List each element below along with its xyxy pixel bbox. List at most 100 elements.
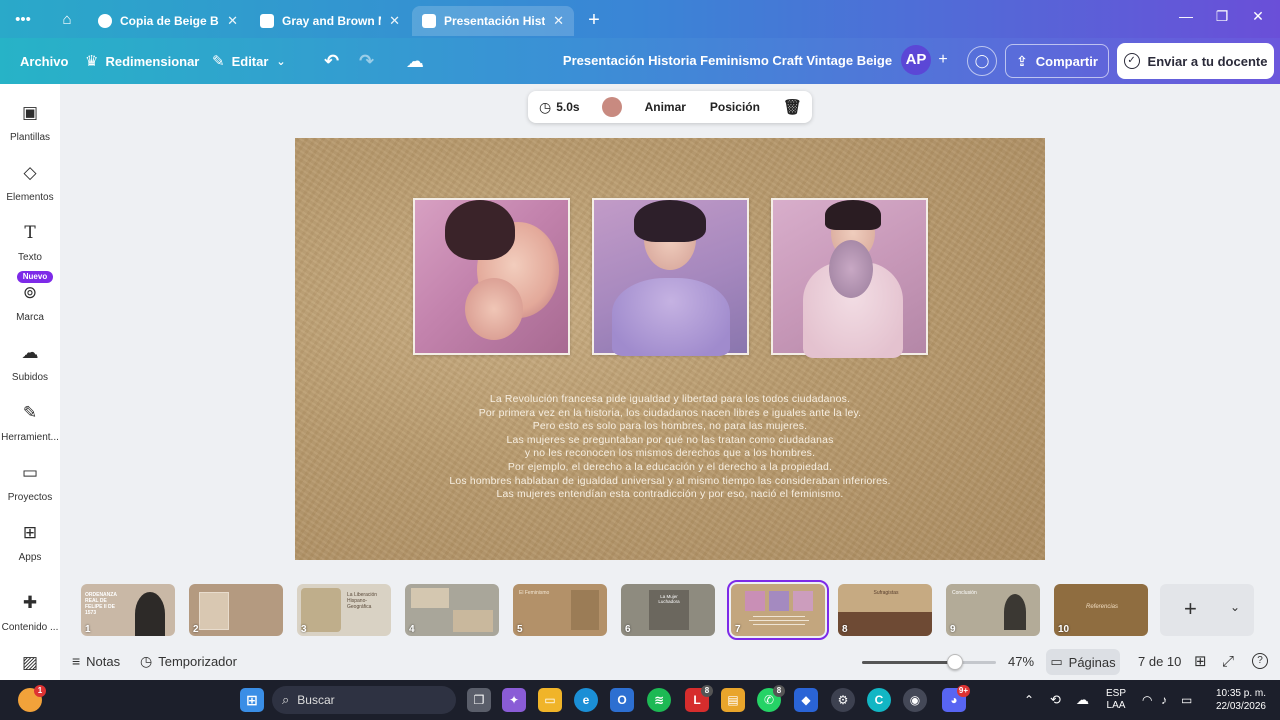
delete-button[interactable]: 🗑: [772, 91, 813, 123]
clock-icon: ◷: [539, 98, 552, 115]
archivo-menu[interactable]: Archivo: [20, 38, 68, 84]
onedrive-icon[interactable]: ☁: [1076, 680, 1089, 720]
photo-woman-2[interactable]: [592, 198, 749, 356]
wifi-icon[interactable]: ◠: [1142, 680, 1152, 720]
page-thumbnail-3[interactable]: La Liberación Hispano-Geográfica 3: [297, 584, 391, 636]
task-view-icon[interactable]: ❐: [467, 688, 491, 712]
close-window-icon[interactable]: ✕: [1246, 8, 1270, 25]
tab-title: Presentación Histo...: [444, 14, 546, 28]
sidebar-item-apps[interactable]: ⊞ Apps: [0, 522, 60, 576]
add-collaborator-button[interactable]: +: [928, 46, 958, 76]
tab-2[interactable]: Gray and Brown M... ✕: [250, 6, 410, 36]
copilot-icon[interactable]: ✦: [502, 688, 526, 712]
slide-body-text[interactable]: La Revolución francesa pide igualdad y l…: [335, 393, 1005, 502]
sidebar-item-image[interactable]: ▨: [0, 652, 60, 680]
add-page-button[interactable]: + ⌄: [1160, 584, 1254, 636]
clock[interactable]: 10:35 p. m. 22/03/2026: [1210, 680, 1266, 720]
battery-icon[interactable]: ▭: [1181, 680, 1192, 720]
tab-3-active[interactable]: Presentación Histo... ✕: [412, 6, 574, 36]
hair-shape: [445, 200, 515, 260]
file-explorer-icon[interactable]: ▭: [538, 688, 562, 712]
windows-start-icon[interactable]: ⊞: [240, 688, 264, 712]
help-button[interactable]: ?: [1252, 642, 1268, 680]
fullscreen-button[interactable]: ⤢: [1222, 642, 1234, 680]
maximize-icon[interactable]: ❐: [1210, 8, 1234, 25]
edge-browser-icon[interactable]: e: [574, 688, 598, 712]
grid-view-button[interactable]: ⊞: [1194, 642, 1207, 680]
close-icon[interactable]: ✕: [389, 13, 400, 29]
minimize-icon[interactable]: —: [1174, 8, 1198, 24]
spotify-icon[interactable]: ≋: [647, 688, 671, 712]
page-thumbnail-6[interactable]: La Mujer Luchadora 6: [621, 584, 715, 636]
whatsapp-icon[interactable]: ✆ 8: [757, 685, 785, 712]
tab-1[interactable]: Copia de Beige Bro... ✕: [88, 6, 248, 36]
sidebar-item-marca[interactable]: ⊚ Marca: [0, 282, 60, 336]
duration-button[interactable]: ◷ 5.0s: [528, 91, 591, 123]
settings-gear-icon[interactable]: ⚙: [831, 688, 855, 712]
zoom-value[interactable]: 47%: [1008, 642, 1034, 680]
duration-label: 5.0s: [556, 100, 580, 114]
chrome-icon[interactable]: ◉: [903, 688, 927, 712]
sidebar-item-subidos[interactable]: ☁ Subidos: [0, 342, 60, 396]
slide-canvas[interactable]: La Revolución francesa pide igualdad y l…: [295, 138, 1045, 560]
new-tab-icon[interactable]: +: [583, 9, 605, 31]
page-thumbnail-7-selected[interactable]: 7: [727, 580, 829, 640]
animate-button[interactable]: Animar: [633, 91, 698, 123]
page-thumbnail-9[interactable]: Conclusión 9: [946, 584, 1040, 636]
sidebar-item-herramientas[interactable]: ✎ Herramient...: [0, 402, 60, 456]
chevron-down-icon[interactable]: ⌄: [1230, 600, 1240, 614]
pages-button[interactable]: ▭ Páginas: [1046, 649, 1120, 675]
sidebar-item-texto[interactable]: T Texto: [0, 222, 60, 276]
tray-overflow-icon[interactable]: ⌃: [1024, 680, 1034, 720]
position-button[interactable]: Posición: [698, 91, 772, 123]
comments-button[interactable]: ◯: [967, 46, 997, 76]
zoom-slider[interactable]: [862, 654, 996, 670]
sidebar-item-contenido[interactable]: ✚ Contenido ...: [0, 592, 60, 646]
sync-icon[interactable]: ⟲: [1050, 680, 1061, 720]
volume-icon[interactable]: ♪: [1161, 680, 1167, 720]
color-button[interactable]: [591, 91, 633, 123]
canva-app-icon[interactable]: C: [867, 688, 891, 712]
language-indicator[interactable]: ESP LAA: [1106, 680, 1126, 720]
discord-icon[interactable]: ◕ 9+: [942, 685, 970, 712]
roblox-icon[interactable]: ◆: [794, 688, 818, 712]
text-icon: T: [24, 223, 36, 243]
photo-woman-1[interactable]: [413, 198, 570, 355]
zoom-knob[interactable]: [947, 654, 963, 670]
taskbar-search[interactable]: ⌕ Buscar: [272, 686, 456, 714]
sidebar-item-proyectos[interactable]: ▭ Proyectos: [0, 462, 60, 516]
store-icon[interactable]: ▤: [721, 688, 745, 712]
sidebar-item-elementos[interactable]: ◇ Elementos: [0, 162, 60, 216]
page-thumbnail-8[interactable]: Sufragistas 8: [838, 584, 932, 636]
page-thumbnail-4[interactable]: 4: [405, 584, 499, 636]
timer-button[interactable]: ◷ Temporizador: [140, 642, 237, 680]
sidebar-item-plantillas[interactable]: ▣ Plantillas: [0, 102, 60, 156]
user-avatar[interactable]: AP: [901, 45, 931, 75]
slides-favicon-icon: [260, 14, 274, 28]
redimensionar-button[interactable]: ♛ Redimensionar: [85, 38, 199, 84]
send-to-teacher-button[interactable]: ✓ Enviar a tu docente: [1117, 43, 1274, 79]
outlook-icon[interactable]: O: [610, 688, 634, 712]
photo-woman-3[interactable]: [771, 198, 928, 358]
sidebar-item-label: Apps: [18, 552, 42, 563]
page-thumbnail-5[interactable]: El Feminismo 5: [513, 584, 607, 636]
page-thumbnail-2[interactable]: 2: [189, 584, 283, 636]
close-icon[interactable]: ✕: [553, 13, 564, 29]
page-thumbnail-10[interactable]: Referencias 10: [1054, 584, 1148, 636]
share-button[interactable]: ⇪ Compartir: [1005, 44, 1109, 78]
page-thumbnail-1[interactable]: ORDENANZA REAL DE FELIPE II DE 1573 1: [81, 584, 175, 636]
weather-icon[interactable]: 1: [18, 685, 46, 712]
document-title[interactable]: Presentación Historia Feminismo Craft Vi…: [560, 38, 895, 84]
more-icon[interactable]: •••: [12, 9, 34, 31]
cloud-save-button[interactable]: ☁: [406, 38, 424, 84]
undo-button[interactable]: ↶: [324, 38, 339, 84]
home-icon[interactable]: ⌂: [56, 9, 78, 31]
plus-icon: +: [1184, 596, 1197, 621]
notes-button[interactable]: ≡ Notas: [72, 642, 120, 680]
text-line: Las mujeres se preguntaban por qué no la…: [506, 434, 834, 446]
close-icon[interactable]: ✕: [227, 13, 238, 29]
redo-button[interactable]: ↷: [359, 38, 374, 84]
lang-line-2: LAA: [1106, 700, 1126, 711]
editar-menu[interactable]: ✎ Editar ⌄: [212, 38, 286, 84]
app-l-icon[interactable]: L 8: [685, 685, 713, 712]
